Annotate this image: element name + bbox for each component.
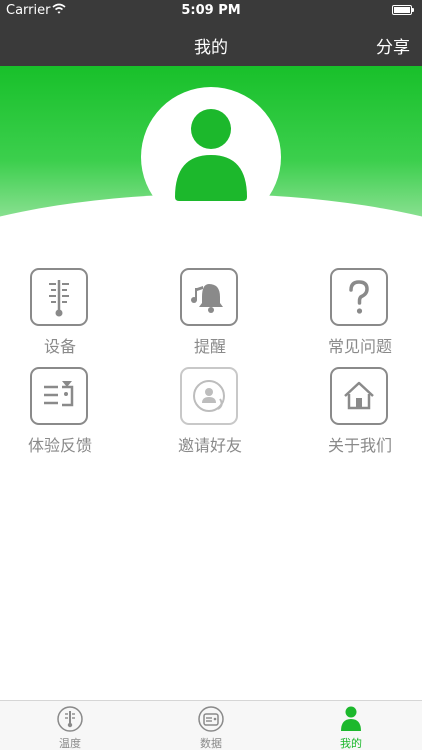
nav-bar: 我的 分享: [0, 22, 422, 66]
invite-icon: [193, 380, 225, 412]
share-button[interactable]: 分享: [376, 33, 410, 58]
tab-bar: 温度 数据 我的: [0, 700, 422, 750]
tab-mine[interactable]: 我的: [281, 701, 421, 751]
tab-data[interactable]: 数据: [141, 701, 281, 751]
menu-item-label: 常见问题: [327, 337, 392, 356]
avatar[interactable]: [141, 87, 281, 227]
menu-item-about[interactable]: 关于我们: [300, 364, 420, 455]
menu-item-label: 提醒: [193, 337, 226, 356]
status-bar: Carrier 5:09 PM: [0, 0, 422, 22]
page-title: 我的: [194, 38, 228, 58]
music-bell-icon: [191, 284, 223, 313]
menu-item-reminder[interactable]: 提醒: [150, 265, 270, 356]
tab-temperature[interactable]: 温度: [0, 701, 140, 751]
menu-item-invite[interactable]: 邀请好友: [150, 364, 270, 455]
menu-item-label: 关于我们: [327, 436, 392, 455]
tab-label: 温度: [59, 737, 81, 750]
battery-icon: [392, 5, 414, 15]
top-bar: Carrier 5:09 PM 我的 分享: [0, 0, 422, 66]
thermometer-tab-icon: [57, 706, 83, 732]
question-icon: [349, 280, 369, 314]
thermometer-icon: [49, 280, 69, 317]
menu-item-label: 设备: [43, 337, 76, 356]
tab-label: 我的: [340, 737, 362, 750]
person-tab-icon: [341, 706, 361, 731]
menu-item-label: 邀请好友: [177, 436, 242, 455]
tab-label: 数据: [200, 737, 222, 750]
data-tab-icon: [198, 706, 224, 732]
status-time: 5:09 PM: [181, 3, 241, 18]
person-avatar-icon: [175, 109, 247, 201]
menu-item-feedback[interactable]: 体验反馈: [0, 364, 120, 455]
feedback-icon: [44, 381, 74, 407]
menu-item-label: 体验反馈: [27, 436, 92, 455]
menu-item-device[interactable]: 设备: [0, 265, 120, 356]
house-icon: [344, 381, 374, 410]
menu-item-faq[interactable]: 常见问题: [300, 265, 420, 356]
